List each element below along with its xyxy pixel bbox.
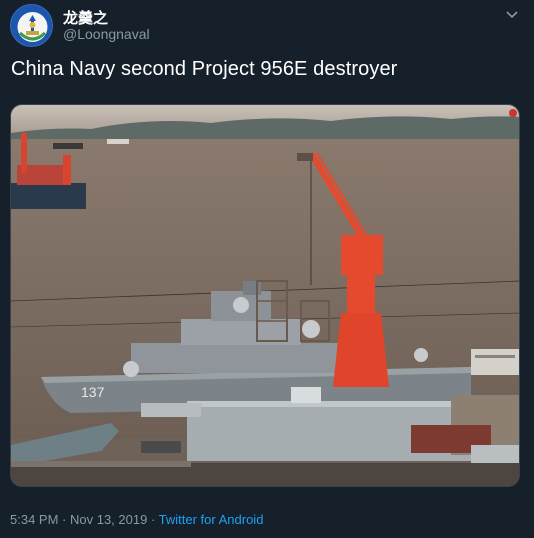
separator: · [147, 512, 159, 527]
user-handle[interactable]: @Loongnaval [63, 26, 150, 42]
navy-emblem-icon [11, 5, 52, 46]
tweet-date[interactable]: Nov 13, 2019 [70, 512, 147, 527]
tweet-source-link[interactable]: Twitter for Android [159, 512, 264, 527]
avatar[interactable] [10, 4, 53, 47]
tweet-time[interactable]: 5:34 PM [10, 512, 58, 527]
destroyer-shipyard-photo: 137 [11, 105, 519, 486]
tweet-metadata: 5:34 PM · Nov 13, 2019 · Twitter for And… [10, 512, 263, 527]
hull-number: 137 [81, 384, 105, 400]
chevron-down-icon[interactable] [504, 6, 520, 22]
separator: · [58, 512, 70, 527]
tweet-photo[interactable]: 137 [10, 104, 520, 487]
tweet-header: 龙羹之 @Loongnaval [10, 4, 524, 48]
tweet-text: China Navy second Project 956E destroyer [11, 58, 398, 80]
display-name[interactable]: 龙羹之 [63, 7, 108, 28]
